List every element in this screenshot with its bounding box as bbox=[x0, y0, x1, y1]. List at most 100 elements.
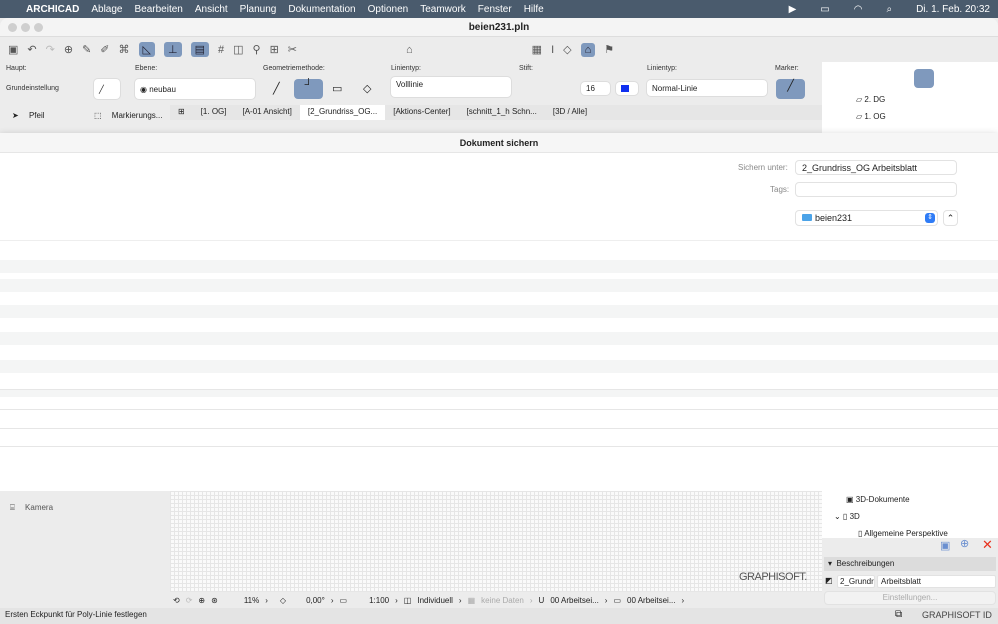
tags-input[interactable] bbox=[795, 182, 957, 197]
beam-icon[interactable]: I bbox=[551, 44, 554, 56]
snap-guides-icon[interactable]: ⊥ bbox=[163, 42, 182, 57]
grid-icon[interactable]: # bbox=[218, 44, 224, 56]
pen-chevron[interactable]: › bbox=[605, 596, 608, 605]
new-view-icon[interactable]: ⊕ bbox=[960, 537, 969, 550]
floorplan-icon[interactable]: ⌂ bbox=[580, 42, 596, 57]
pen-set-value[interactable]: 00 Arbeitsei... bbox=[550, 596, 598, 605]
layer-combo[interactable]: Individuell bbox=[417, 596, 453, 605]
settings-button[interactable]: Einstellungen... bbox=[824, 591, 996, 605]
nav-item-perspective[interactable]: ▯ Allgemeine Perspektive bbox=[858, 529, 948, 538]
menu-optionen[interactable]: Optionen bbox=[368, 4, 409, 15]
menu-ansicht[interactable]: Ansicht bbox=[195, 4, 228, 15]
rectangle-icon[interactable]: ▭ bbox=[332, 82, 342, 95]
nav-item-3d-docs[interactable]: ▣ 3D-Dokumente bbox=[846, 495, 910, 504]
undo-icon[interactable]: ↶ bbox=[27, 43, 36, 56]
view-id-field[interactable]: 2_Grundr bbox=[837, 575, 875, 588]
zoom-value[interactable]: 11% bbox=[244, 596, 259, 605]
layer-select[interactable]: ◉ neubau bbox=[135, 79, 255, 99]
marker-button[interactable]: ╱ bbox=[776, 79, 805, 99]
view-name-field[interactable]: Arbeitsblatt bbox=[877, 575, 996, 588]
tab-2-grundriss[interactable]: [2_Grundriss_OG... bbox=[299, 105, 386, 120]
model-view-value[interactable]: keine Daten bbox=[481, 596, 524, 605]
windows-icon[interactable]: ⧉ bbox=[895, 609, 902, 620]
pen-field[interactable]: 16 bbox=[581, 82, 610, 95]
menu-teamwork[interactable]: Teamwork bbox=[420, 4, 466, 15]
menu-dokumentation[interactable]: Dokumentation bbox=[288, 4, 355, 15]
eyedropper-icon[interactable]: ✎ bbox=[82, 43, 91, 56]
menu-planung[interactable]: Planung bbox=[240, 4, 277, 15]
wifi-icon[interactable]: ◠ bbox=[854, 4, 863, 15]
zoom-back-icon[interactable]: ⟲ bbox=[173, 596, 180, 605]
guide-lines-icon[interactable]: ◺ bbox=[138, 42, 155, 57]
clone-folder-icon[interactable]: ▣ bbox=[940, 539, 950, 552]
layer-icon[interactable]: ◫ bbox=[233, 43, 243, 56]
menu-fenster[interactable]: Fenster bbox=[478, 4, 512, 15]
scissors-icon[interactable]: ✂ bbox=[288, 43, 297, 56]
location-select[interactable]: beien231 ⇕ bbox=[795, 210, 938, 226]
tool-kamera[interactable]: ⌸ Kamera bbox=[10, 503, 53, 513]
house-icon[interactable]: ⌂ bbox=[406, 44, 413, 56]
close-window-button[interactable] bbox=[8, 23, 17, 32]
lock-icon[interactable]: ⚲ bbox=[253, 43, 261, 56]
dim-chevron[interactable]: › bbox=[682, 596, 685, 605]
dimension-value[interactable]: 00 Arbeitsei... bbox=[627, 596, 675, 605]
find-select-icon[interactable]: ⊕ bbox=[64, 43, 73, 56]
battery-icon[interactable]: ▭ bbox=[820, 4, 829, 15]
polyline-segment-button[interactable]: ┘ bbox=[294, 79, 323, 99]
play-icon[interactable]: ▶ bbox=[789, 4, 797, 15]
menu-hilfe[interactable]: Hilfe bbox=[524, 4, 544, 15]
scale-chevron[interactable]: › bbox=[395, 596, 398, 605]
snap-icon[interactable]: ⌘ bbox=[119, 43, 130, 56]
tag-icon[interactable]: ◇ bbox=[563, 43, 571, 56]
angle-chevron[interactable]: › bbox=[331, 596, 334, 605]
menu-ablage[interactable]: Ablage bbox=[91, 4, 122, 15]
save-as-input[interactable]: 2_Grundriss_OG Arbeitsblatt bbox=[795, 160, 957, 175]
tab-3d[interactable]: [3D / Alle] bbox=[545, 105, 595, 120]
redo-icon[interactable]: ↷ bbox=[46, 43, 55, 56]
project-map-tab[interactable] bbox=[914, 69, 934, 88]
dimension-icon[interactable]: ▭ bbox=[613, 596, 621, 605]
flag-icon[interactable]: ⚑ bbox=[604, 43, 614, 56]
line-type-select[interactable]: Volllinie bbox=[391, 77, 511, 97]
pen-color-swatch[interactable] bbox=[616, 82, 638, 95]
angle-value[interactable]: 0,00° bbox=[306, 596, 325, 605]
scale-icon[interactable]: ▭ bbox=[340, 596, 348, 605]
layers-icon[interactable]: ◫ bbox=[404, 596, 412, 605]
tab-1og[interactable]: [1. OG] bbox=[193, 105, 235, 120]
line-category-select[interactable]: Normal-Linie bbox=[647, 80, 767, 96]
dimension-icon[interactable]: ⊞ bbox=[270, 43, 279, 56]
menu-bearbeiten[interactable]: Bearbeiten bbox=[134, 4, 182, 15]
save-icon[interactable]: ▣ bbox=[8, 43, 18, 56]
menu-app[interactable]: ARCHICAD bbox=[26, 4, 79, 15]
expand-dialog-button[interactable]: ⌃ bbox=[943, 210, 958, 226]
layer-chevron[interactable]: › bbox=[459, 596, 462, 605]
zoom-chevron[interactable]: › bbox=[265, 596, 268, 605]
fit-window-icon[interactable]: ⊛ bbox=[211, 596, 218, 605]
minimize-window-button[interactable] bbox=[21, 23, 30, 32]
beschreibungen-header[interactable]: ▾ Beschreibungen bbox=[824, 557, 996, 571]
tab-aktions-center[interactable]: [Aktions-Center] bbox=[385, 105, 458, 120]
graphisoft-id-button[interactable]: GRAPHISOFT ID bbox=[922, 610, 992, 620]
wall-icon[interactable]: ▦ bbox=[532, 43, 542, 56]
tab-a01-ansicht[interactable]: [A-01 Ansicht] bbox=[235, 105, 300, 120]
nav-item-2dg[interactable]: ▱ 2. DG bbox=[856, 95, 885, 104]
tool-pfeil[interactable]: ➤ Pfeil bbox=[12, 111, 45, 120]
search-icon[interactable]: ⌕ bbox=[886, 4, 892, 15]
line-preview-button[interactable]: ╱ bbox=[94, 79, 120, 99]
zoom-forward-icon[interactable]: ⟳ bbox=[186, 596, 193, 605]
tab-grid[interactable]: ⊞ bbox=[170, 105, 193, 120]
gravity-icon[interactable]: ▤ bbox=[190, 42, 209, 57]
model-chevron[interactable]: › bbox=[530, 596, 533, 605]
zoom-in-icon[interactable]: ⊕ bbox=[198, 596, 205, 605]
nav-item-3d[interactable]: ⌄ ▯ 3D bbox=[834, 512, 860, 521]
tool-marquee[interactable]: ⬚ Markierungs... bbox=[94, 111, 162, 120]
structure-icon[interactable]: ▦ bbox=[468, 596, 476, 605]
delete-icon[interactable]: ✕ bbox=[982, 537, 993, 553]
nav-item-1og[interactable]: ▱ 1. OG bbox=[856, 112, 886, 121]
scale-value[interactable]: 1:100 bbox=[369, 596, 389, 605]
tab-schnitt[interactable]: [schnitt_1_h Schn... bbox=[459, 105, 545, 120]
rotate-icon[interactable]: ◇ bbox=[280, 596, 286, 605]
single-line-icon[interactable]: ╱ bbox=[273, 82, 280, 95]
drawing-canvas[interactable]: GRAPHISOFT. bbox=[170, 491, 822, 592]
clock[interactable]: Di. 1. Feb. 20:32 bbox=[916, 4, 990, 15]
